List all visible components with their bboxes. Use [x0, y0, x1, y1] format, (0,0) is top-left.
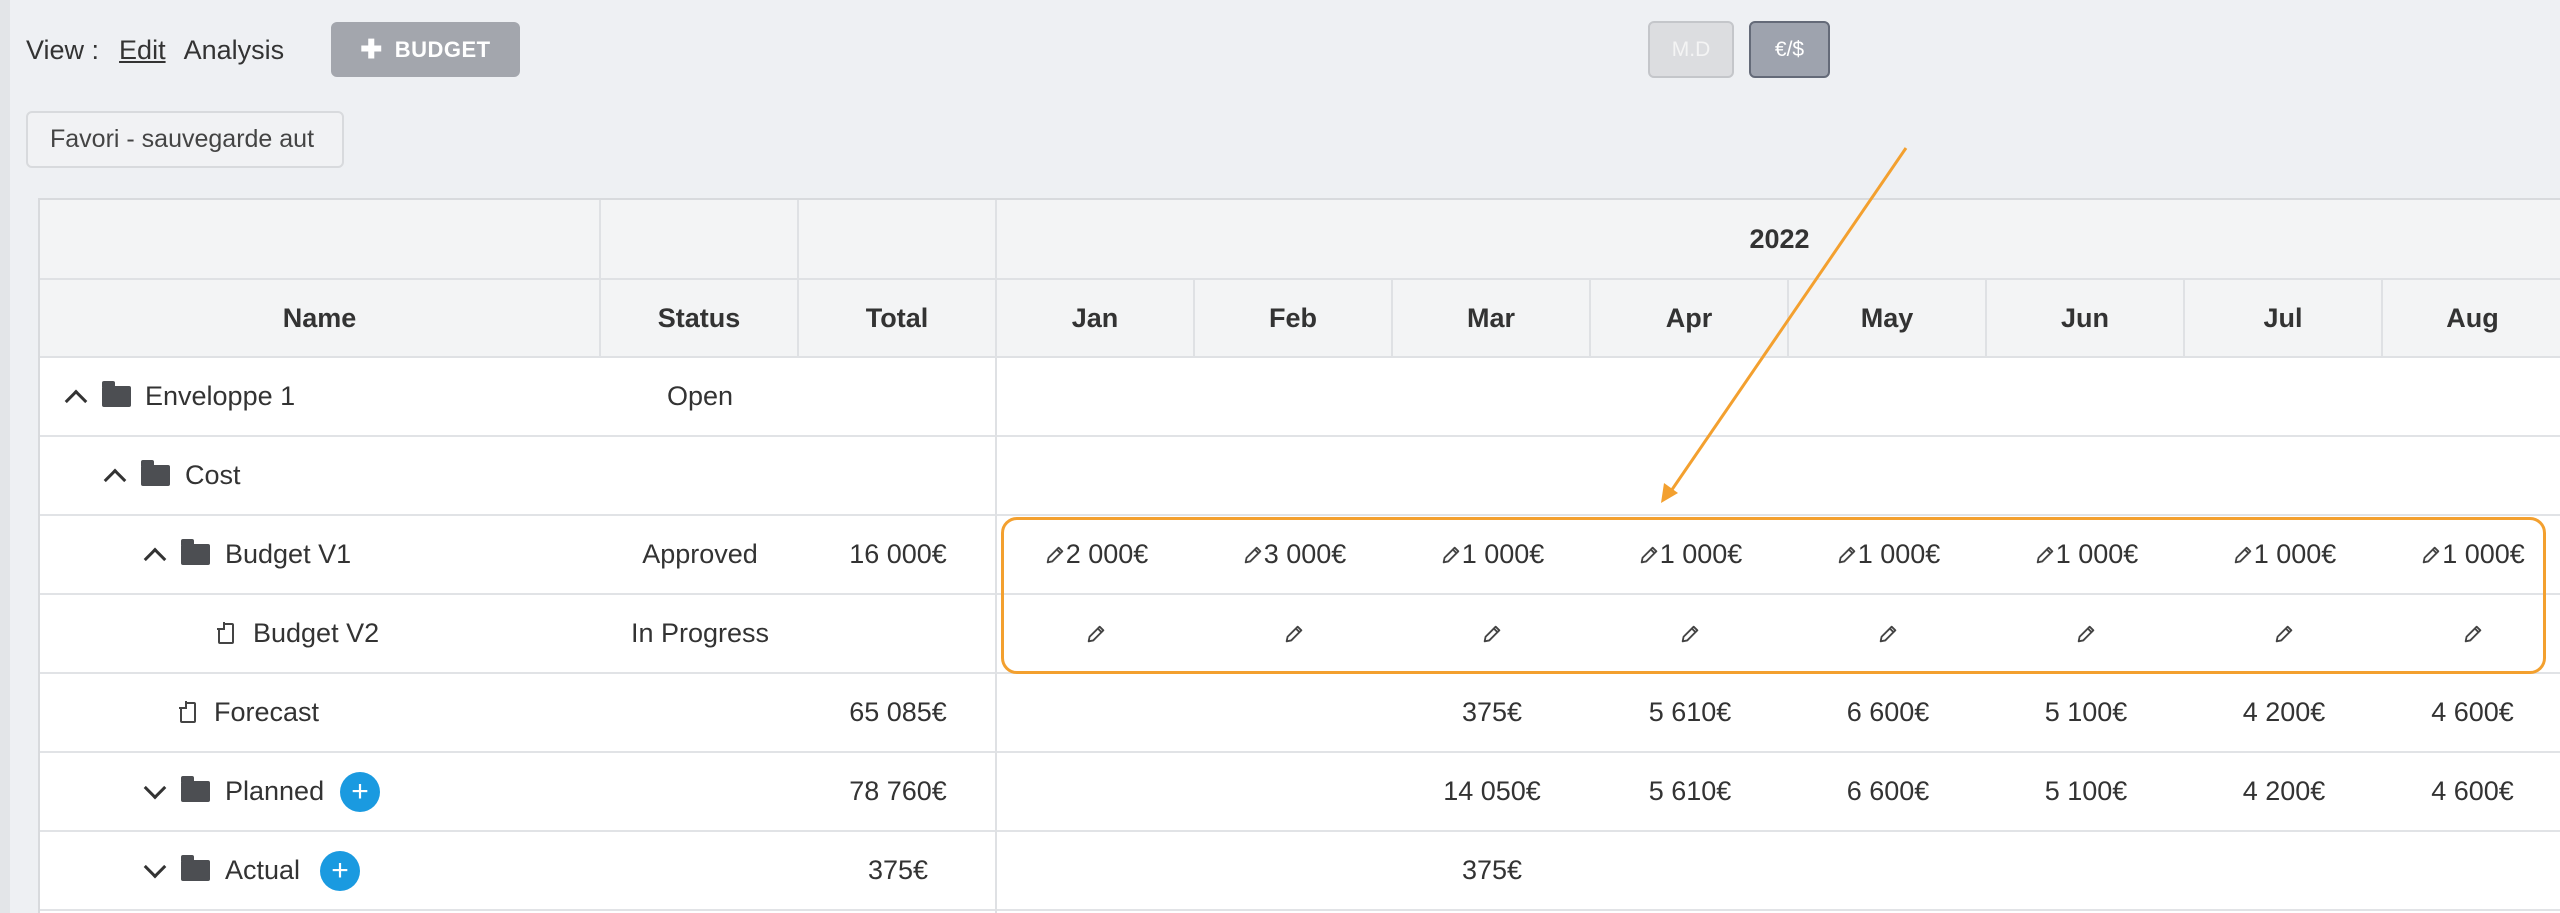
annotation-arrow — [1661, 147, 1908, 503]
